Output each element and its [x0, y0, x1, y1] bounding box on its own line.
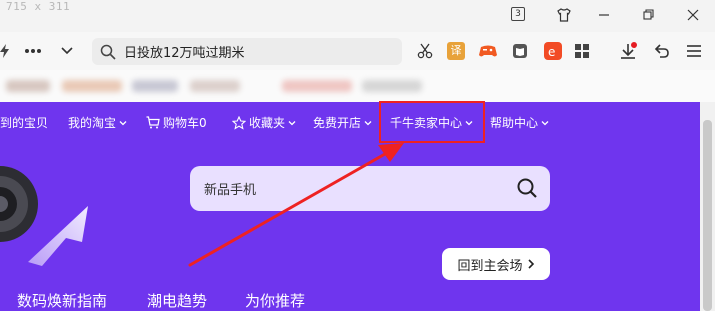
translate-icon[interactable]: 译 [445, 40, 467, 62]
tab-trend[interactable]: 潮电趋势 [147, 290, 207, 311]
shirt-icon[interactable] [552, 4, 576, 26]
tab-recommend[interactable]: 为你推荐 [245, 290, 305, 311]
blurred-bookmark[interactable] [190, 80, 240, 92]
tab-count-badge[interactable]: 3 [511, 7, 525, 21]
scrollbar-thumb[interactable] [703, 120, 712, 311]
gamepad-icon[interactable] [477, 40, 499, 62]
chevron-down-icon[interactable] [56, 40, 78, 62]
blurred-bookmark[interactable] [282, 80, 352, 92]
blurred-bookmark[interactable] [62, 80, 122, 92]
title-bar: 715 x 311 3 [0, 0, 715, 32]
search-input[interactable]: 新品手机 [204, 179, 256, 198]
scrollbar[interactable] [700, 102, 715, 311]
address-bar-text: 日投放12万吨过期米 [124, 46, 245, 61]
nav-item-label: 购物车0 [163, 116, 207, 130]
chevron-down-icon [119, 120, 127, 125]
back-to-main-button[interactable]: 回到主会场 [442, 248, 550, 280]
app-logo-icon[interactable]: e [542, 40, 564, 62]
nav-item-label: 我的淘宝 [68, 116, 117, 130]
blurred-bookmark[interactable] [6, 80, 50, 92]
tab-digital-guide[interactable]: 数码焕新指南 [17, 290, 107, 311]
lightning-icon[interactable] [0, 40, 16, 62]
blurred-bookmark[interactable] [132, 80, 178, 92]
chevron-down-icon [288, 120, 296, 125]
taobao-page: 到的宝贝 我的淘宝 购物车0 收藏夹 免费开店 千牛卖家中心 帮助中心 新品手机… [0, 102, 700, 311]
more-dots-icon[interactable] [22, 40, 44, 62]
download-icon[interactable] [617, 40, 639, 62]
close-icon[interactable] [681, 4, 705, 26]
browser-toolbar: 日投放12万吨过期米 译 e [0, 32, 715, 70]
blurred-bookmark[interactable] [362, 80, 422, 92]
chevron-down-icon [541, 120, 549, 125]
restore-icon[interactable] [637, 4, 661, 26]
nav-item-my-taobao[interactable]: 我的淘宝 [68, 114, 127, 131]
cart-icon [146, 116, 160, 129]
back-to-main-label: 回到主会场 [457, 258, 523, 274]
nav-item-favorites[interactable]: 收藏夹 [232, 114, 296, 131]
nav-item-label: 帮助中心 [490, 116, 539, 130]
address-bar[interactable]: 日投放12万吨过期米 [92, 38, 402, 65]
bookmarks-bar [0, 70, 715, 102]
apps-grid-icon[interactable] [571, 40, 593, 62]
cursor-arrow-decoration [28, 206, 88, 266]
nav-item-label: 免费开店 [313, 116, 362, 130]
nav-item-cart[interactable]: 购物车0 [146, 114, 207, 131]
undo-icon[interactable] [650, 40, 672, 62]
nav-item-open-store[interactable]: 免费开店 [313, 114, 372, 131]
search-icon [100, 44, 116, 60]
dimension-label: 715 x 311 [6, 0, 71, 13]
annotation-highlight-box [379, 101, 485, 143]
nav-item-label: 到的宝贝 [0, 116, 49, 130]
scissors-icon[interactable] [414, 40, 436, 62]
browser-window: 715 x 311 3 日投放12万吨过期米 译 e 到的宝贝 我的淘宝 购物车… [0, 0, 715, 311]
chevron-down-icon [364, 120, 372, 125]
nav-item-received[interactable]: 到的宝贝 [0, 114, 48, 131]
star-icon [232, 115, 246, 130]
svg-text:e: e [548, 45, 555, 59]
minimize-icon[interactable] [592, 4, 616, 26]
site-nav-bar: 到的宝贝 我的淘宝 购物车0 收藏夹 免费开店 千牛卖家中心 帮助中心 [0, 102, 700, 140]
reader-icon[interactable] [509, 40, 531, 62]
nav-item-label: 收藏夹 [249, 116, 286, 130]
search-box[interactable]: 新品手机 [190, 166, 550, 211]
chevron-right-icon [527, 259, 534, 269]
menu-icon[interactable] [683, 40, 705, 62]
search-icon[interactable] [516, 177, 538, 199]
nav-item-help-center[interactable]: 帮助中心 [490, 114, 549, 131]
